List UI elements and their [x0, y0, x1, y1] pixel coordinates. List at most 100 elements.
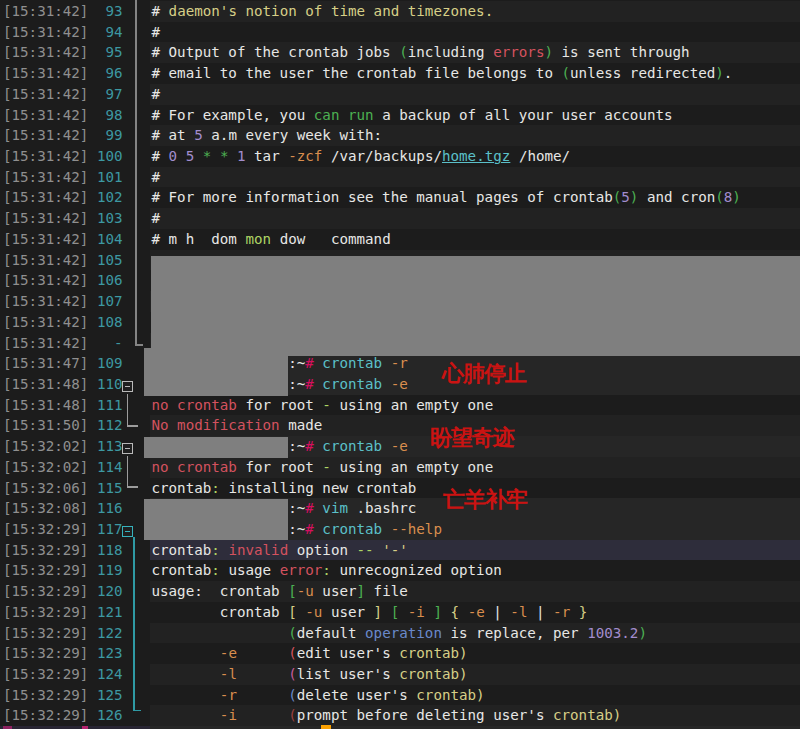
- log-line-126[interactable]: [15:32:29]126 -i (prompt before deleting…: [0, 705, 800, 726]
- log-line-118[interactable]: [15:32:29]118 crontab: invalid option -- …: [0, 540, 800, 561]
- line-number: 102: [88, 187, 123, 208]
- log-line-100[interactable]: [15:31:42]100 # 0 5 * * 1 tar -zcf /var/b…: [0, 146, 800, 167]
- log-line-99[interactable]: [15:31:42]99# at 5 a.m every week with:: [0, 125, 800, 146]
- timestamp: [15:32:29]: [3, 540, 88, 561]
- log-line-113[interactable]: [15:32:02]113 :~# crontab -e: [0, 436, 800, 457]
- log-line-110[interactable]: [15:31:48]110 :~# crontab -e: [0, 374, 800, 395]
- annotation-1: 心肺停止: [442, 362, 526, 385]
- line-number: 112: [88, 415, 123, 436]
- log-line-94[interactable]: [15:31:42]94#: [0, 22, 800, 43]
- timestamp: [15:31:42]: [3, 250, 88, 271]
- row-background: [150, 167, 800, 188]
- log-line-117[interactable]: [15:32:29]117 :~# crontab --help: [0, 519, 800, 540]
- line-number: 113: [88, 436, 123, 457]
- log-line-116[interactable]: [15:32:08]116 :~# vim .bashrc: [0, 498, 800, 519]
- redaction-block-prompt-113: [144, 437, 288, 458]
- log-line-103[interactable]: [15:31:42]103#: [0, 208, 800, 229]
- line-content: # For more information see the manual pa…: [152, 187, 741, 208]
- line-number: 106: [88, 270, 123, 291]
- log-line-112[interactable]: [15:31:50]112No modification made: [0, 415, 800, 436]
- log-viewer: [15:31:42]93# daemon's notion of time an…: [0, 0, 800, 729]
- log-line-97[interactable]: [15:31:42]97#: [0, 84, 800, 105]
- log-line-98[interactable]: [15:31:42]98# For example, you can run a…: [0, 105, 800, 126]
- timestamp: [15:31:48]: [3, 374, 88, 395]
- log-line-122[interactable]: [15:32:29]122 (default operation is repl…: [0, 623, 800, 644]
- log-line-95[interactable]: [15:31:42]95 # Output of the crontab jobs…: [0, 42, 800, 63]
- fold-toggle-113[interactable]: [122, 443, 133, 454]
- timestamp: [15:31:42]: [3, 84, 88, 105]
- line-content: #: [152, 84, 161, 105]
- log-line-115[interactable]: [15:32:06]115crontab: installing new cro…: [0, 478, 800, 499]
- line-number: 104: [88, 229, 123, 250]
- fold-toggle-117[interactable]: [122, 526, 133, 537]
- log-line-114[interactable]: [15:32:02]114no crontab for root - using…: [0, 457, 800, 478]
- line-number: 115: [88, 478, 123, 499]
- line-content: # For example, you can run a backup of a…: [152, 105, 673, 126]
- line-content: crontab: invalid option -- '-': [152, 540, 408, 561]
- line-content: (default operation is replace, per 1003.…: [152, 623, 647, 644]
- log-line-102[interactable]: [15:31:42]102# For more information see …: [0, 187, 800, 208]
- line-content: -e (edit user's crontab): [152, 643, 468, 664]
- line-content: no crontab for root - using an empty one: [152, 395, 494, 416]
- log-line-125[interactable]: [15:32:29]125 -r (delete user's crontab): [0, 685, 800, 706]
- timestamp: [15:32:02]: [3, 436, 88, 457]
- fold-toggle-110[interactable]: [122, 381, 133, 392]
- line-number: 100: [88, 146, 123, 167]
- timestamp: [15:31:42]: [3, 229, 88, 250]
- timestamp: [15:31:42]: [3, 42, 88, 63]
- log-line-96[interactable]: [15:31:42]96# email to the user the cron…: [0, 63, 800, 84]
- line-number: 114: [88, 457, 123, 478]
- log-line-111[interactable]: [15:31:48]111no crontab for root - using…: [0, 395, 800, 416]
- line-content: -r (delete user's crontab): [152, 685, 485, 706]
- timestamp: [15:32:29]: [3, 560, 88, 581]
- line-number: 108: [88, 312, 123, 333]
- row-background: [150, 208, 800, 229]
- log-line-109[interactable]: [15:31:47]109 :~# crontab -r: [0, 353, 800, 374]
- timestamp: [15:31:42]: [3, 146, 88, 167]
- line-number: 101: [88, 167, 123, 188]
- line-content: -l (list user's crontab): [152, 664, 468, 685]
- timestamp: [15:31:42]: [3, 291, 88, 312]
- line-content: # daemon's notion of time and timezones.: [152, 1, 494, 22]
- log-line-121[interactable]: [15:32:29]121 crontab [ -u user ] [ -i ]…: [0, 602, 800, 623]
- log-line-104[interactable]: [15:31:42]104 # m h dom mon dow command: [0, 229, 800, 250]
- line-content: #: [152, 167, 161, 188]
- fold-guide-top-corner: [135, 344, 143, 346]
- line-content: #: [152, 208, 161, 229]
- timestamp: [15:31:42]: [3, 22, 88, 43]
- timestamp: [15:32:29]: [3, 643, 88, 664]
- line-number: 99: [88, 125, 123, 146]
- fold-conn-110-corner: [127, 425, 138, 427]
- line-number: 118: [88, 540, 123, 561]
- fold-conn-110: [127, 394, 129, 426]
- bottom-sliver-orange: [321, 725, 331, 729]
- timestamp: [15:32:29]: [3, 519, 88, 540]
- line-number: 125: [88, 685, 123, 706]
- timestamp: [15:32:08]: [3, 498, 88, 519]
- line-content: usage: crontab [-u user] file: [152, 581, 408, 602]
- line-content: # 0 5 * * 1 tar -zcf /var/backups/home.t…: [152, 146, 571, 167]
- annotation-2: 盼望奇迹: [430, 426, 514, 449]
- fold-conn-113-v: [127, 456, 129, 487]
- log-line-120[interactable]: [15:32:29]120usage: crontab [-u user] fi…: [0, 581, 800, 602]
- line-content: crontab: installing new crontab: [152, 478, 417, 499]
- log-line-123[interactable]: [15:32:29]123 -e (edit user's crontab): [0, 643, 800, 664]
- timestamp: [15:32:29]: [3, 664, 88, 685]
- log-line-124[interactable]: [15:32:29]124 -l (list user's crontab): [0, 664, 800, 685]
- timestamp: [15:32:29]: [3, 602, 88, 623]
- line-content: # Output of the crontab jobs (including …: [152, 42, 690, 63]
- line-number: 95: [88, 42, 123, 63]
- redaction-block-prompt-109: [144, 348, 288, 396]
- timestamp: [15:31:42]: [3, 105, 88, 126]
- line-content: # m h dom mon dow command: [152, 229, 391, 250]
- row-background: [150, 22, 800, 43]
- line-number: 93: [88, 1, 123, 22]
- timestamp: [15:31:42]: [3, 208, 88, 229]
- log-line-101[interactable]: [15:31:42]101#: [0, 167, 800, 188]
- log-line-93[interactable]: [15:31:42]93# daemon's notion of time an…: [0, 1, 800, 22]
- line-number: 107: [88, 291, 123, 312]
- timestamp: [15:31:42]: [3, 312, 88, 333]
- log-line-119[interactable]: [15:32:29]119crontab: usage error: unrec…: [0, 560, 800, 581]
- line-number: 116: [88, 498, 123, 519]
- timestamp: [15:31:48]: [3, 395, 88, 416]
